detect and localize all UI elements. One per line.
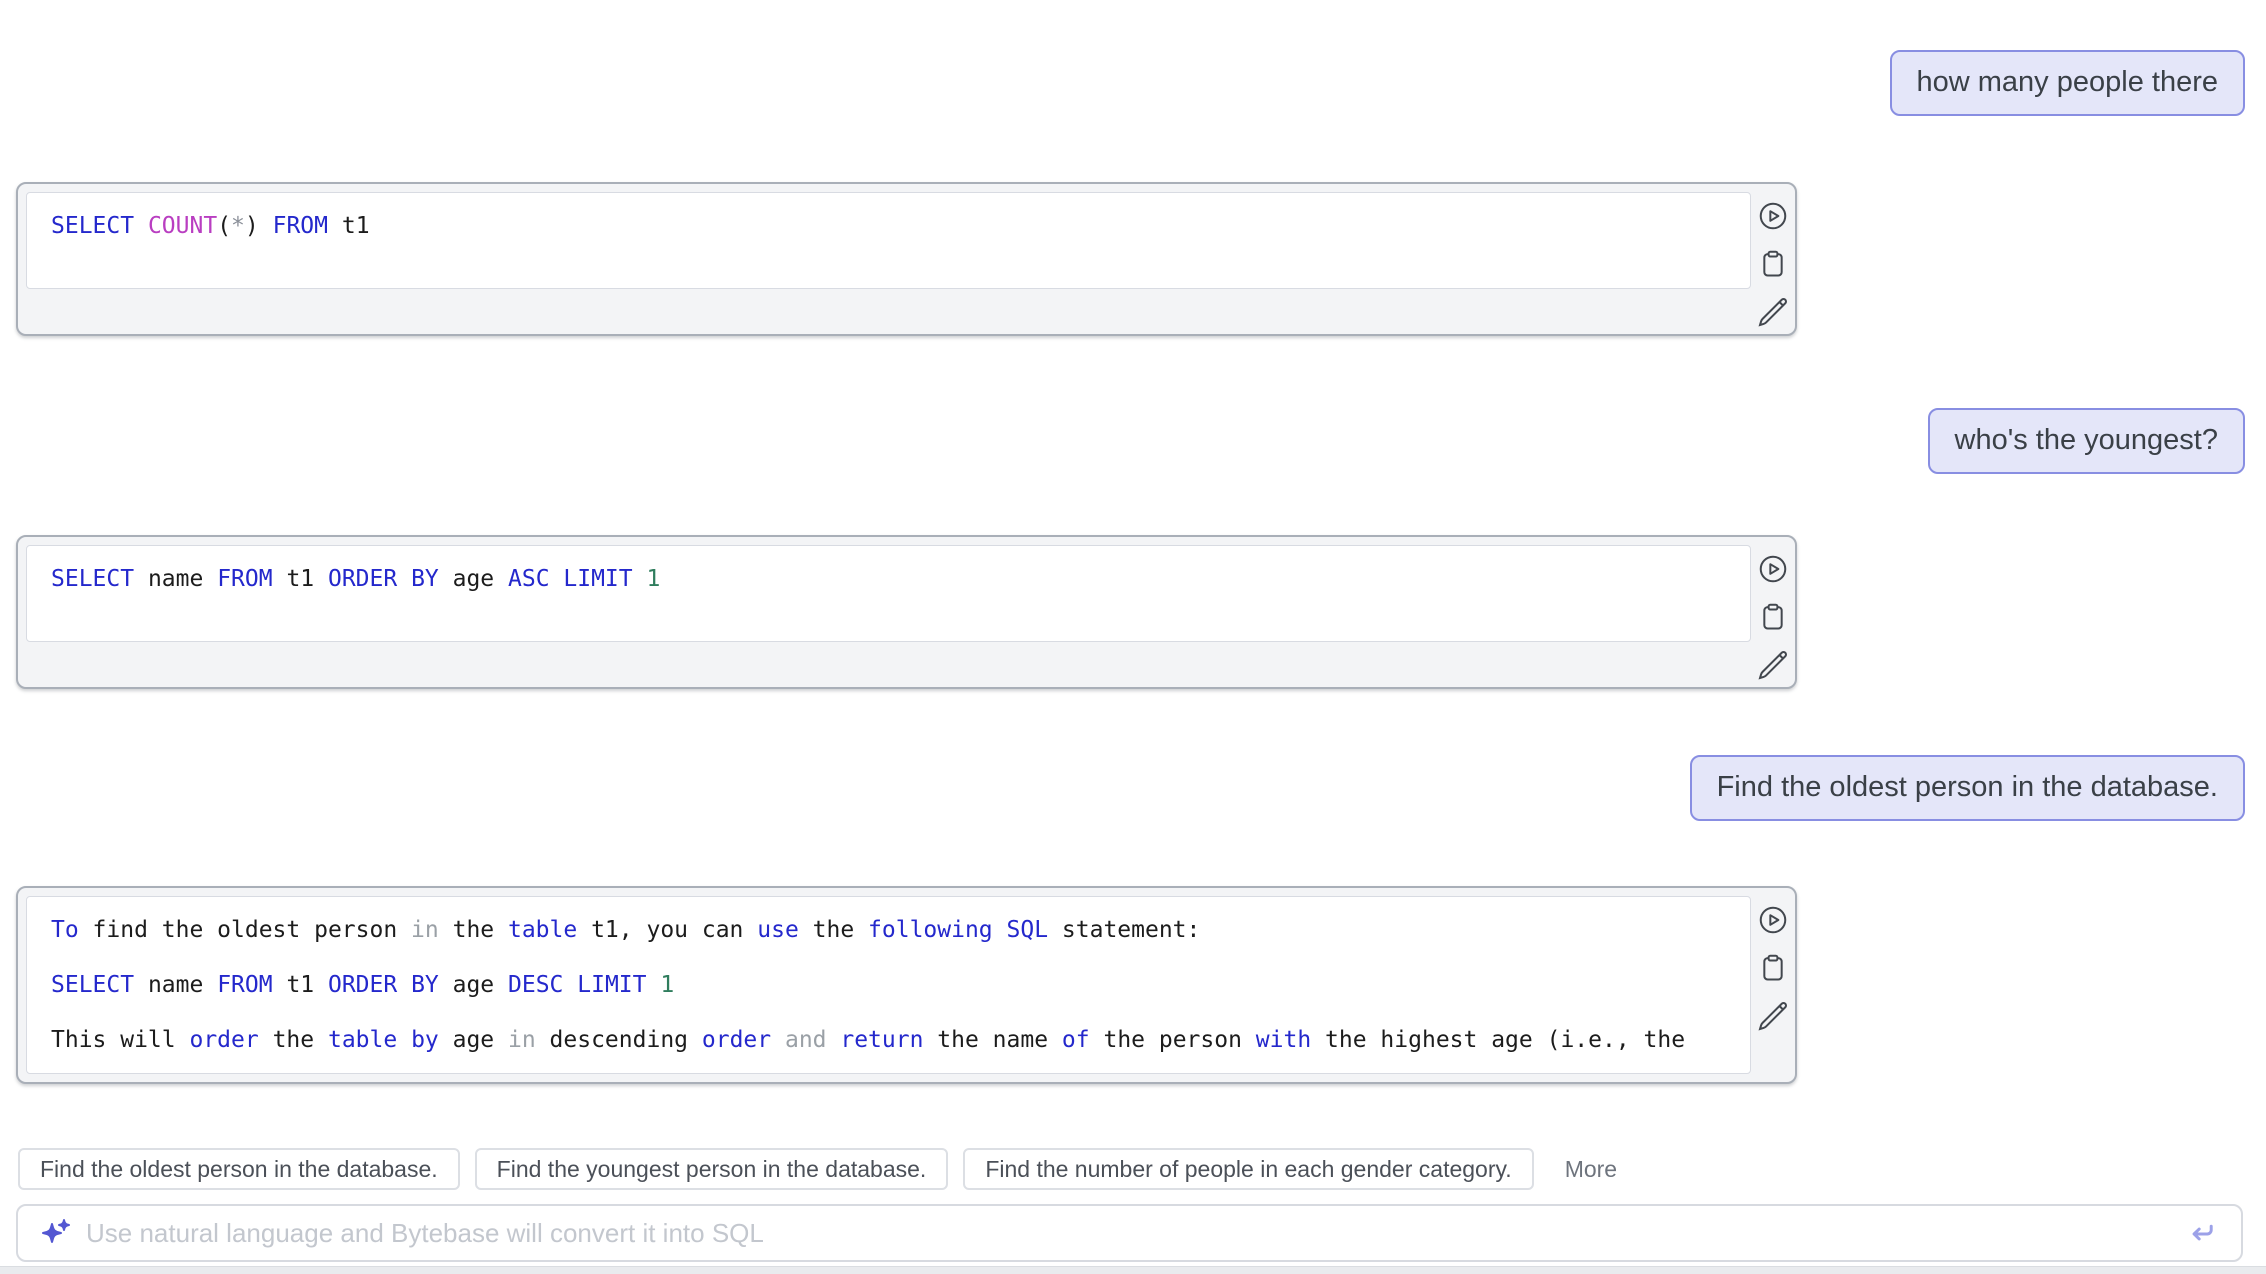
sql-code-area: To find the oldest person in the table t…: [26, 896, 1751, 1074]
sparkles-icon: [40, 1217, 72, 1249]
block-action-icons: [1751, 537, 1795, 681]
sql-code-area: SELECT COUNT(*) FROM t1: [26, 192, 1751, 289]
sql-response-block: SELECT COUNT(*) FROM t1: [16, 182, 1797, 336]
pencil-icon: [1757, 649, 1789, 681]
return-arrow-icon[interactable]: [2185, 1216, 2219, 1250]
copy-sql-button[interactable]: [1757, 601, 1789, 633]
block-action-icons: [1751, 184, 1795, 328]
edit-sql-button[interactable]: [1757, 1000, 1789, 1032]
pencil-icon: [1757, 1000, 1789, 1032]
user-message-row: Find the oldest person in the database.: [0, 755, 2266, 821]
copy-sql-button[interactable]: [1757, 952, 1789, 984]
copy-sql-button[interactable]: [1757, 248, 1789, 280]
nl-query-input-container[interactable]: [16, 1204, 2243, 1262]
user-message-bubble: who's the youngest?: [1928, 408, 2246, 474]
clipboard-icon: [1757, 601, 1789, 633]
user-message-row: how many people there: [0, 0, 2266, 116]
play-circle-icon: [1757, 904, 1789, 936]
suggestion-row: Find the oldest person in the database. …: [18, 1148, 2266, 1190]
sql-response-block: SELECT name FROM t1 ORDER BY age ASC LIM…: [16, 535, 1797, 689]
sql-code-area: SELECT name FROM t1 ORDER BY age ASC LIM…: [26, 545, 1751, 642]
more-suggestions-button[interactable]: More: [1559, 1155, 1623, 1184]
bottom-divider: [0, 1266, 2266, 1274]
user-message-bubble: Find the oldest person in the database.: [1690, 755, 2245, 821]
sql-response-block: To find the oldest person in the table t…: [16, 886, 1797, 1084]
suggestion-button[interactable]: Find the oldest person in the database.: [18, 1148, 460, 1190]
clipboard-icon: [1757, 248, 1789, 280]
suggestion-button[interactable]: Find the number of people in each gender…: [963, 1148, 1533, 1190]
run-sql-button[interactable]: [1757, 553, 1789, 585]
block-action-icons: [1751, 888, 1795, 1032]
user-message-row: who's the youngest?: [0, 408, 2266, 474]
run-sql-button[interactable]: [1757, 904, 1789, 936]
user-message-bubble: how many people there: [1890, 50, 2245, 116]
play-circle-icon: [1757, 553, 1789, 585]
play-circle-icon: [1757, 200, 1789, 232]
run-sql-button[interactable]: [1757, 200, 1789, 232]
pencil-icon: [1757, 296, 1789, 328]
suggestion-button[interactable]: Find the youngest person in the database…: [475, 1148, 949, 1190]
nl-query-input[interactable]: [84, 1217, 2185, 1250]
edit-sql-button[interactable]: [1757, 296, 1789, 328]
edit-sql-button[interactable]: [1757, 649, 1789, 681]
clipboard-icon: [1757, 952, 1789, 984]
